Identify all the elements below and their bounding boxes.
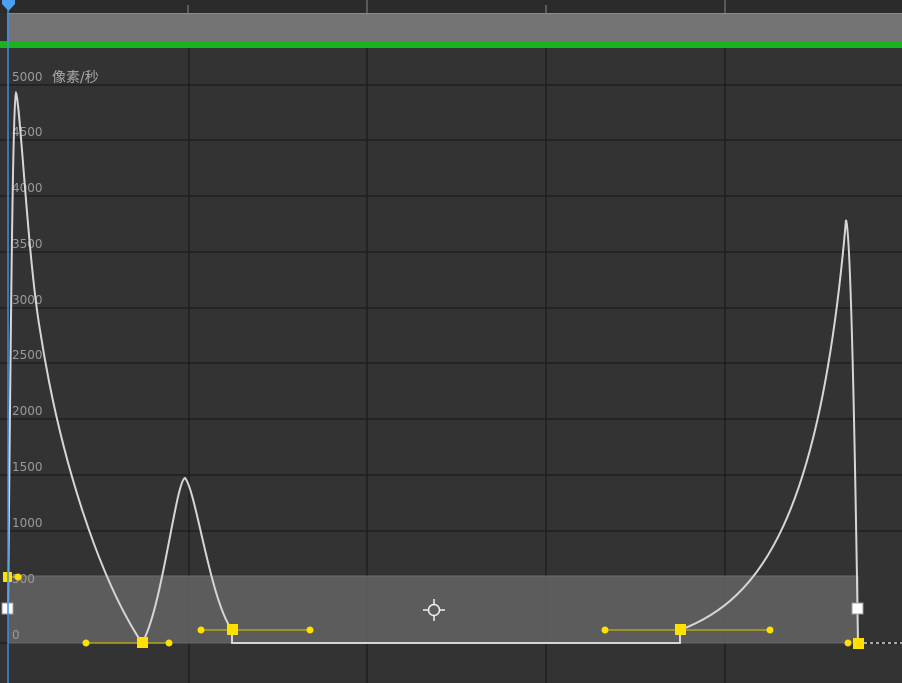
y-tick-label: 5000 — [12, 70, 43, 84]
unit-label: 像素/秒 — [52, 70, 99, 86]
bezier-handle-point — [844, 639, 852, 647]
y-tick-label: 0 — [12, 628, 20, 642]
y-tick-label: 4000 — [12, 181, 43, 195]
bezier-handle-point — [82, 639, 90, 647]
bezier-handle-point — [766, 626, 774, 634]
bezier-handle-point — [306, 626, 314, 634]
bezier-handle-point — [14, 573, 22, 581]
bezier-handle-point — [601, 626, 609, 634]
keyframe — [853, 638, 864, 649]
graph-editor[interactable]: 5000 像素/秒 4500 4000 3500 3000 2500 2000 … — [0, 0, 902, 683]
keyframe — [137, 637, 148, 648]
y-axis-labels: 5000 像素/秒 4500 4000 3500 3000 2500 2000 … — [12, 70, 99, 642]
playhead-icon[interactable] — [2, 0, 15, 11]
y-tick-label: 3000 — [12, 293, 43, 307]
y-tick-label: 4500 — [12, 125, 43, 139]
speed-curve[interactable] — [7, 90, 859, 645]
keyframe — [675, 624, 686, 635]
bezier-handle-point — [197, 626, 205, 634]
y-tick-label: 3500 — [12, 237, 43, 251]
y-tick-label: 2000 — [12, 404, 43, 418]
bezier-handle-point — [165, 639, 173, 647]
transform-box-right-handle — [851, 602, 864, 615]
y-tick-label: 2500 — [12, 348, 43, 362]
y-tick-label: 1500 — [12, 460, 43, 474]
keyframe — [227, 624, 238, 635]
y-tick-label: 1000 — [12, 516, 43, 530]
horizontal-grid — [0, 84, 902, 644]
speed-graph[interactable]: 5000 像素/秒 4500 4000 3500 3000 2500 2000 … — [0, 0, 902, 683]
